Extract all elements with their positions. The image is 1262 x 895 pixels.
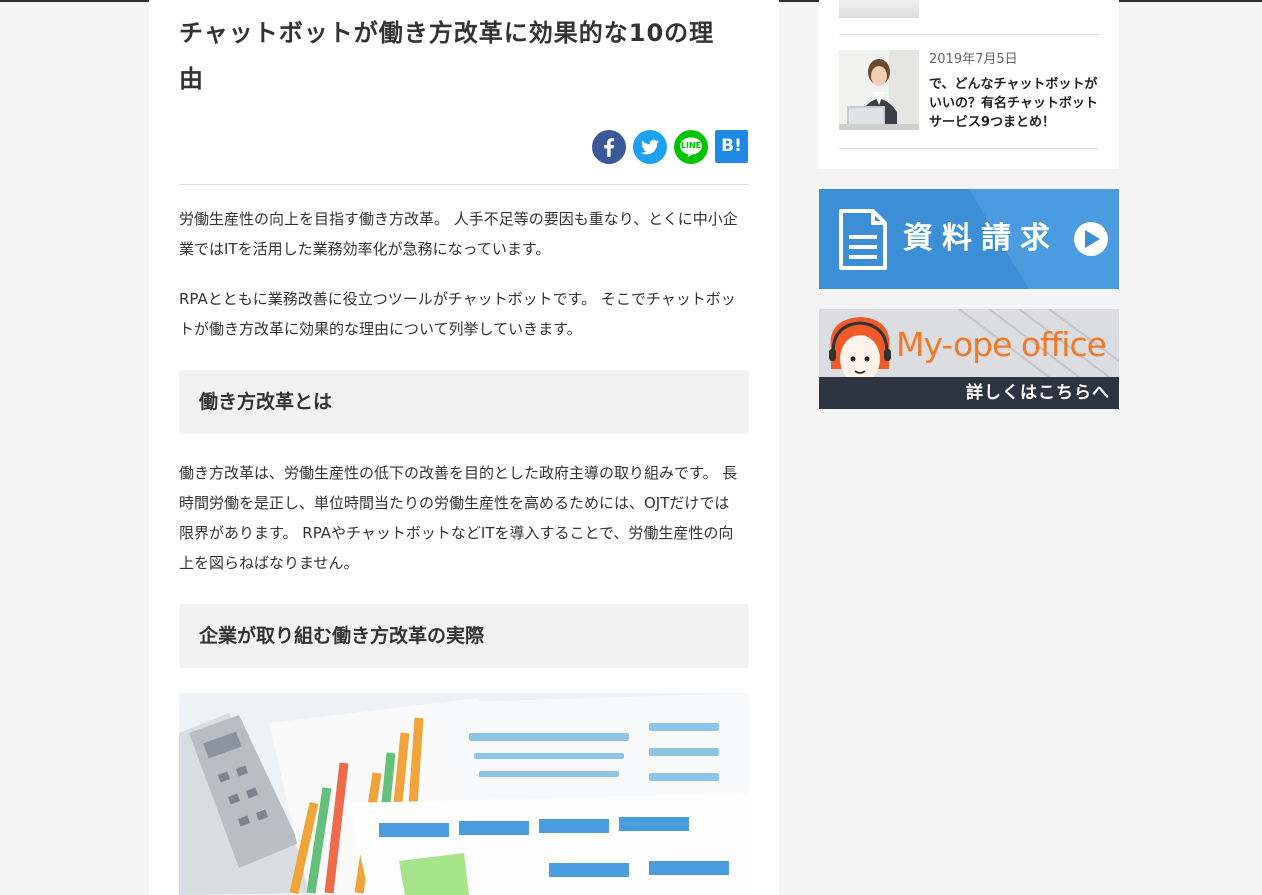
section-paragraph: 働き方改革は、労働生産性の低下の改善を目的とした政府主導の取り組みです。 長時間… (179, 464, 738, 572)
document-request-banner[interactable]: 資料請求 (819, 189, 1119, 289)
post-divider-bottom (839, 148, 1099, 149)
hatena-bookmark-button[interactable]: B! (715, 130, 748, 163)
section-heading-text: 働き方改革とは (199, 391, 333, 413)
post-divider (839, 34, 1099, 35)
intro-paragraph: 労働生産性の向上を目指す働き方改革。 人手不足等の要因も重なり、とくに中小企業で… (179, 210, 738, 258)
section-heading: 働き方改革とは (179, 370, 749, 434)
myope-cta-label: 詳しくはこちらへ (966, 383, 1110, 403)
intro-paragraph-2: RPAとともに業務改善に役立つツールがチャットボットです。 そこでチャットボット… (179, 290, 736, 338)
myope-brand: My-ope office (896, 325, 1107, 364)
section-heading-2: 企業が取り組む働き方改革の実際 (179, 604, 749, 668)
article-photo (179, 693, 749, 895)
post-thumbnail-partial[interactable] (839, 0, 919, 18)
document-icon (839, 209, 887, 270)
article-main: チャットボットが働き方改革に効果的な10の理由 LINE B! 労働生産性の向上… (149, 0, 779, 895)
document-request-label: 資料請求 (903, 221, 1059, 256)
myope-cta-bar: 詳しくはこちらへ (819, 377, 1119, 409)
twitter-icon (640, 139, 659, 155)
line-label: LINE (680, 141, 702, 150)
line-share-button[interactable]: LINE (674, 130, 708, 164)
section-heading-text-2: 企業が取り組む働き方改革の実際 (199, 625, 485, 647)
play-circle-icon (1074, 222, 1108, 256)
title-divider (179, 184, 749, 185)
post-title-link[interactable]: で、どんなチャットボットがいいの？有名チャットボットサービス9つまとめ！ (929, 75, 1101, 132)
article-title: チャットボットが働き方改革に効果的な10の理由 (179, 19, 715, 93)
myope-office-banner[interactable]: My-ope office 詳しくはこちらへ (819, 309, 1119, 409)
facebook-icon (604, 138, 615, 157)
twitter-share-button[interactable] (633, 130, 667, 164)
post-date: 2019年7月5日 (929, 52, 1018, 67)
post-thumbnail[interactable] (839, 50, 919, 130)
recent-posts-widget: 2019年7月5日 で、どんなチャットボットがいいの？有名チャットボットサービス… (819, 0, 1119, 169)
facebook-share-button[interactable] (592, 130, 626, 164)
